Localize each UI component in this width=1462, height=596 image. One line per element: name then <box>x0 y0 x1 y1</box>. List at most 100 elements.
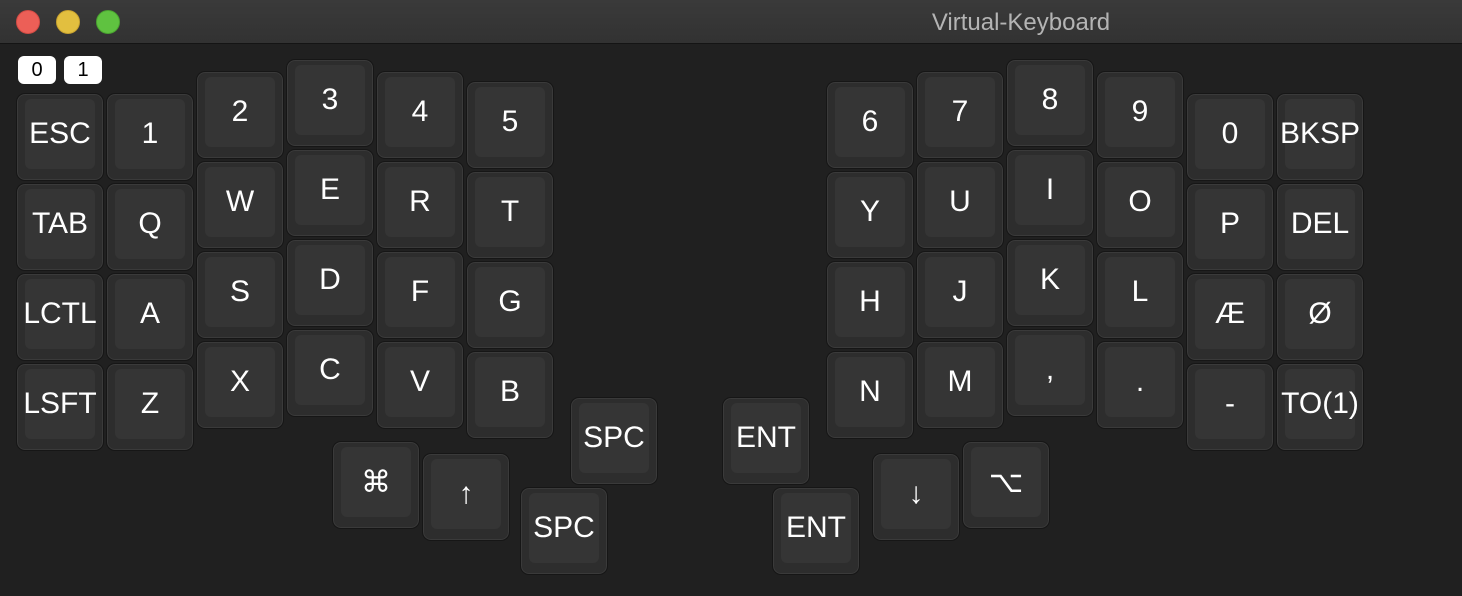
key-up[interactable]: ↑ <box>422 453 510 541</box>
key-label: U <box>949 185 971 218</box>
key-spc-l-outer[interactable]: SPC <box>520 487 608 575</box>
key-period[interactable]: . <box>1096 341 1184 429</box>
key-lsft[interactable]: LSFT <box>16 363 104 451</box>
key-7[interactable]: 7 <box>916 71 1004 159</box>
key-p[interactable]: P <box>1186 183 1274 271</box>
key-z[interactable]: Z <box>106 363 194 451</box>
key-label: Æ <box>1215 297 1245 330</box>
key-to1[interactable]: TO(1) <box>1276 363 1364 451</box>
key-u[interactable]: U <box>916 161 1004 249</box>
key-o[interactable]: O <box>1096 161 1184 249</box>
key-label: SPC <box>533 511 595 544</box>
key-2[interactable]: 2 <box>196 71 284 159</box>
key-label: O <box>1128 185 1152 218</box>
key-label: J <box>952 275 968 308</box>
key-r[interactable]: R <box>376 161 464 249</box>
key-q[interactable]: Q <box>106 183 194 271</box>
key-label: SPC <box>583 421 645 454</box>
key-a[interactable]: A <box>106 273 194 361</box>
key-label: 6 <box>861 105 879 138</box>
layer-1-badge[interactable]: 1 <box>64 56 102 84</box>
key-cmd[interactable]: ⌘ <box>332 441 420 529</box>
key-label: S <box>229 275 250 308</box>
layer-0-badge[interactable]: 0 <box>18 56 56 84</box>
key-d[interactable]: D <box>286 239 374 327</box>
key-ae[interactable]: Æ <box>1186 273 1274 361</box>
key-9[interactable]: 9 <box>1096 71 1184 159</box>
key-label: M <box>947 365 973 398</box>
key-t[interactable]: T <box>466 171 554 259</box>
key-n[interactable]: N <box>826 351 914 439</box>
key-label: 8 <box>1041 83 1059 116</box>
key-label: - <box>1225 387 1235 420</box>
key-label: P <box>1219 207 1240 240</box>
key-tab[interactable]: TAB <box>16 183 104 271</box>
key-label: Y <box>859 195 880 228</box>
key-f[interactable]: F <box>376 251 464 339</box>
key-label: Q <box>138 207 162 240</box>
key-k[interactable]: K <box>1006 239 1094 327</box>
key-label: T <box>500 195 520 228</box>
key-label: K <box>1039 263 1060 296</box>
key-label: 3 <box>321 83 339 116</box>
key-down[interactable]: ↓ <box>872 453 960 541</box>
key-b[interactable]: B <box>466 351 554 439</box>
key-label: LSFT <box>23 387 97 420</box>
key-esc[interactable]: ESC <box>16 93 104 181</box>
key-4[interactable]: 4 <box>376 71 464 159</box>
key-c[interactable]: C <box>286 329 374 417</box>
key-i[interactable]: I <box>1006 149 1094 237</box>
key-spc-l-inner[interactable]: SPC <box>570 397 658 485</box>
key-label: . <box>1135 365 1145 398</box>
key-s[interactable]: S <box>196 251 284 339</box>
key-oslash[interactable]: Ø <box>1276 273 1364 361</box>
key-opt[interactable]: ⌥ <box>962 441 1050 529</box>
key-label: LCTL <box>23 297 97 330</box>
key-label: R <box>409 185 431 218</box>
key-label: X <box>229 365 250 398</box>
key-label: C <box>319 353 341 386</box>
key-label: BKSP <box>1279 117 1361 150</box>
key-minus[interactable]: - <box>1186 363 1274 451</box>
key-bksp[interactable]: BKSP <box>1276 93 1364 181</box>
title-bar[interactable]: Virtual-Keyboard <box>0 0 1462 44</box>
key-label: F <box>410 275 430 308</box>
key-label: ⌥ <box>988 465 1024 499</box>
key-label: ↑ <box>458 477 474 510</box>
key-label: 1 <box>141 117 159 150</box>
key-label: ESC <box>29 117 91 150</box>
key-del[interactable]: DEL <box>1276 183 1364 271</box>
key-e[interactable]: E <box>286 149 374 237</box>
key-ent-r-outer[interactable]: ENT <box>772 487 860 575</box>
key-ent-r-inner[interactable]: ENT <box>722 397 810 485</box>
key-y[interactable]: Y <box>826 171 914 259</box>
key-l[interactable]: L <box>1096 251 1184 339</box>
key-5[interactable]: 5 <box>466 81 554 169</box>
key-6[interactable]: 6 <box>826 81 914 169</box>
key-label: TO(1) <box>1281 387 1359 420</box>
key-g[interactable]: G <box>466 261 554 349</box>
key-label: ↓ <box>908 477 924 510</box>
key-lctl[interactable]: LCTL <box>16 273 104 361</box>
key-label: 5 <box>501 105 519 138</box>
key-label: V <box>409 365 430 398</box>
key-comma[interactable]: , <box>1006 329 1094 417</box>
window-title: Virtual-Keyboard <box>931 9 1111 36</box>
key-m[interactable]: M <box>916 341 1004 429</box>
key-label: 2 <box>231 95 249 128</box>
key-w[interactable]: W <box>196 161 284 249</box>
key-j[interactable]: J <box>916 251 1004 339</box>
key-h[interactable]: H <box>826 261 914 349</box>
key-label: DEL <box>1290 207 1350 240</box>
key-x[interactable]: X <box>196 341 284 429</box>
key-label: ENT <box>786 511 846 544</box>
key-1[interactable]: 1 <box>106 93 194 181</box>
key-3[interactable]: 3 <box>286 59 374 147</box>
key-v[interactable]: V <box>376 341 464 429</box>
key-label: E <box>319 173 340 206</box>
key-label: ENT <box>736 421 796 454</box>
key-label: Ø <box>1308 297 1332 330</box>
key-8[interactable]: 8 <box>1006 59 1094 147</box>
key-label: , <box>1045 353 1055 386</box>
key-0[interactable]: 0 <box>1186 93 1274 181</box>
